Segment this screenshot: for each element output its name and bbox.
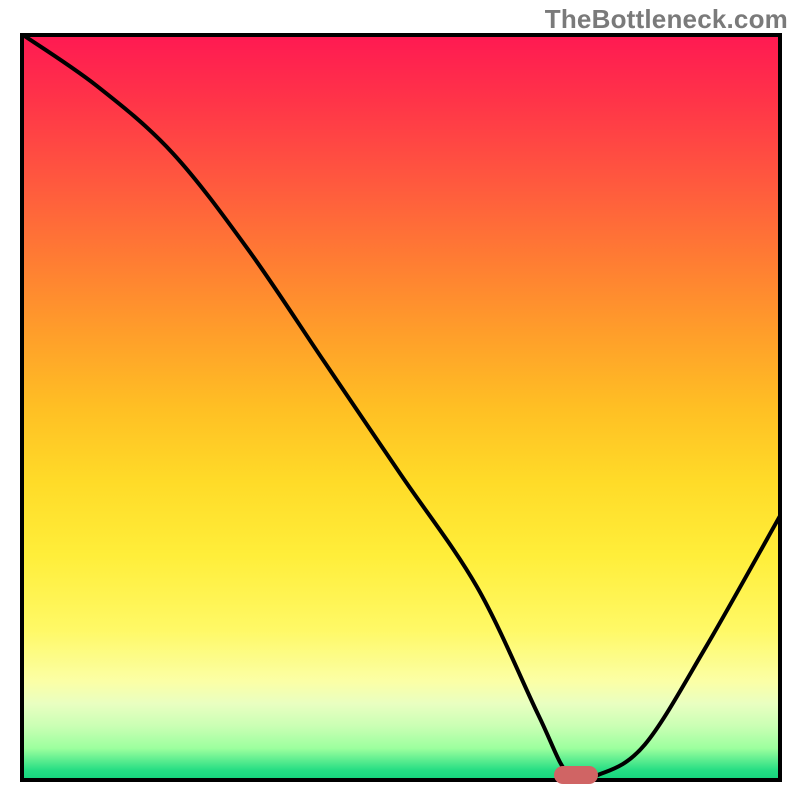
optimal-marker xyxy=(554,766,598,784)
plot-area xyxy=(20,33,782,782)
chart-frame: TheBottleneck.com xyxy=(0,0,800,800)
plot-background xyxy=(20,33,782,782)
watermark-text: TheBottleneck.com xyxy=(545,4,788,35)
